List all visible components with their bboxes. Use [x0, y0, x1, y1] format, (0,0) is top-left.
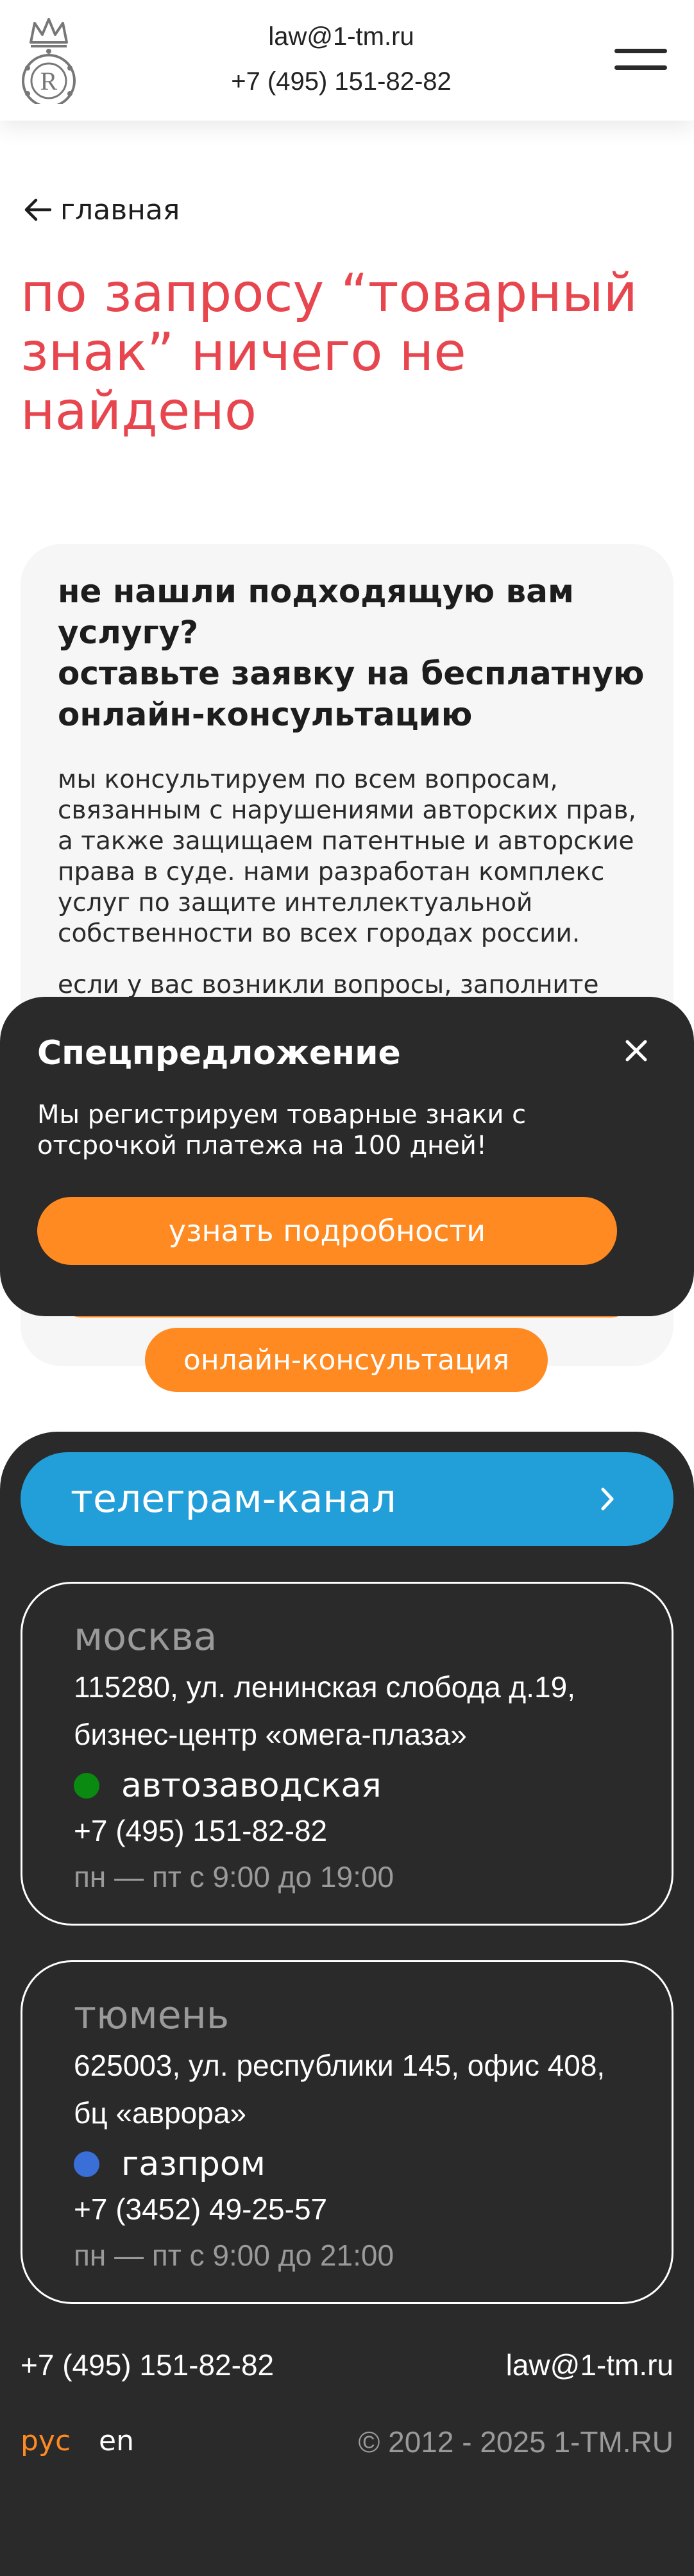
- office-phone[interactable]: +7 (495) 151-82-82: [74, 1813, 327, 1848]
- site-footer: телеграм-канал москва 115280, ул. ленинс…: [0, 1432, 694, 2576]
- office-card-moscow: москва 115280, ул. ленинская слобода д.1…: [21, 1582, 673, 1926]
- copyright: © 2012 - 2025 1-TM.RU: [358, 2425, 673, 2459]
- language-en-link[interactable]: en: [99, 2425, 134, 2457]
- breadcrumb-back-link[interactable]: главная: [23, 192, 180, 227]
- site-header: R law@1-tm.ru +7 (495) 151-82-82: [0, 0, 694, 121]
- office-card-tyumen: тюмень 625003, ул. республики 145, офис …: [21, 1960, 673, 2304]
- breadcrumb-label: главная: [60, 193, 180, 226]
- chevron-right-icon: [601, 1487, 614, 1511]
- office-metro: автозаводская: [74, 1763, 382, 1808]
- metro-line-dot-icon: [74, 1773, 99, 1799]
- metro-station: газпром: [121, 2145, 266, 2183]
- close-icon[interactable]: [621, 1035, 652, 1066]
- office-address: 115280, ул. ленинская слобода д.19, бизн…: [74, 1670, 575, 1751]
- popup-title: Спецпредложение: [37, 1034, 401, 1072]
- office-city: тюмень: [74, 1993, 230, 2038]
- page-title: по запросу “товарный знак” ничего не най…: [21, 263, 638, 442]
- logo-letter: R: [40, 67, 58, 96]
- consult-paragraph-cut: если у вас возникли вопросы, заполните: [58, 970, 599, 999]
- header-contacts: law@1-tm.ru +7 (495) 151-82-82: [192, 14, 490, 104]
- header-email[interactable]: law@1-tm.ru: [192, 14, 490, 59]
- online-consultation-button[interactable]: онлайн-консультация: [145, 1328, 548, 1392]
- logo-crown-r-icon[interactable]: R: [17, 14, 81, 108]
- metro-station: автозаводская: [121, 1767, 382, 1805]
- learn-more-button[interactable]: узнать подробности: [37, 1197, 617, 1265]
- footer-email[interactable]: law@1-tm.ru: [506, 2348, 673, 2382]
- menu-burger-icon[interactable]: [614, 49, 667, 72]
- consult-heading: не нашли подходящую вам услугу? оставьте…: [58, 573, 645, 733]
- footer-phone[interactable]: +7 (495) 151-82-82: [21, 2348, 274, 2382]
- office-address: 625003, ул. республики 145, офис 408, бц…: [74, 2049, 605, 2130]
- arrow-left-icon: [24, 198, 51, 221]
- office-hours: пн — пт с 9:00 до 19:00: [74, 1860, 394, 1894]
- telegram-label: телеграм-канал: [71, 1477, 396, 1521]
- popup-text: Мы регистрируем товарные знаки с отсрочк…: [37, 1100, 527, 1160]
- telegram-channel-button[interactable]: телеграм-канал: [21, 1452, 673, 1546]
- consult-paragraph: мы консультируем по всем вопросам, связа…: [58, 765, 636, 948]
- language-ru-link[interactable]: рус: [21, 2425, 71, 2457]
- office-phone[interactable]: +7 (3452) 49-25-57: [74, 2192, 327, 2226]
- office-city: москва: [74, 1614, 217, 1659]
- office-metro: газпром: [74, 2142, 266, 2187]
- office-hours: пн — пт с 9:00 до 21:00: [74, 2239, 394, 2272]
- special-offer-popup: Спецпредложение Мы регистрируем товарные…: [0, 997, 694, 1316]
- header-phone[interactable]: +7 (495) 151-82-82: [192, 59, 490, 104]
- bus-stop-icon: [74, 2151, 99, 2177]
